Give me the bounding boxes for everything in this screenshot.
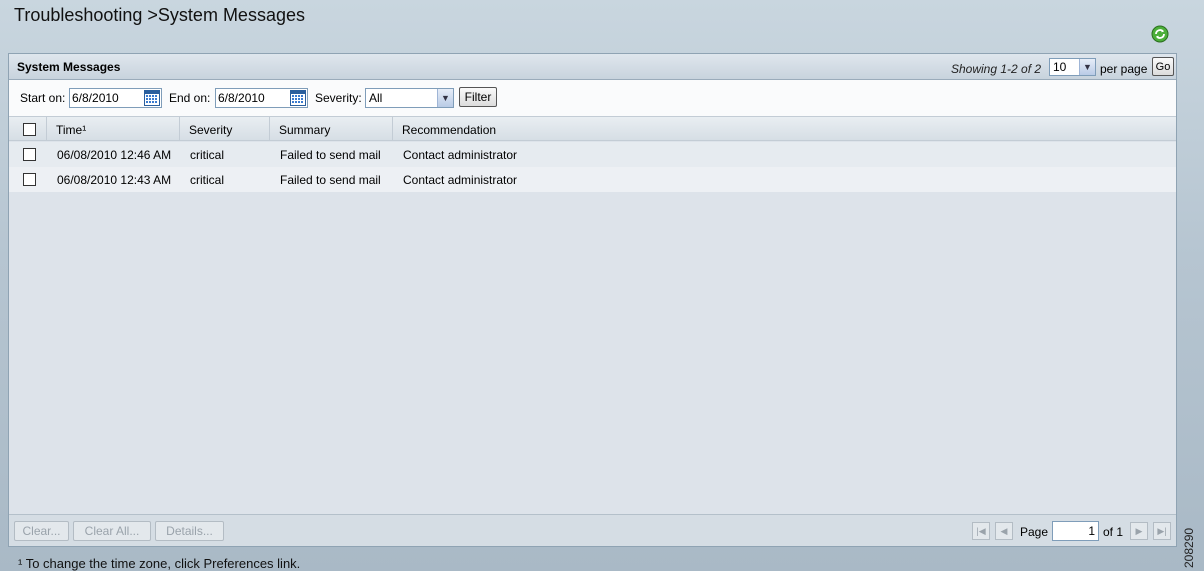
severity-label: Severity: <box>315 91 362 105</box>
panel-title: System Messages <box>17 60 121 74</box>
select-all-checkbox[interactable] <box>23 123 36 136</box>
table-row[interactable]: 06/08/2010 12:46 AM critical Failed to s… <box>9 142 1176 167</box>
clear-all-button[interactable]: Clear All... <box>73 521 151 541</box>
panel-header: System Messages Showing 1-2 of 2 10 ▼ pe… <box>9 54 1176 80</box>
row-checkbox[interactable] <box>23 173 36 186</box>
chevron-down-icon[interactable]: ▼ <box>437 89 453 107</box>
refresh-icon[interactable] <box>1150 24 1170 44</box>
row-recommendation: Contact administrator <box>403 173 518 187</box>
start-on-label: Start on: <box>20 91 66 105</box>
row-summary: Failed to send mail <box>280 148 381 162</box>
filter-button[interactable]: Filter <box>459 87 497 107</box>
page-count: of 1 <box>1103 525 1124 539</box>
row-time: 06/08/2010 12:46 AM <box>57 148 172 162</box>
end-on-label: End on: <box>169 91 211 105</box>
row-time: 06/08/2010 12:43 AM <box>57 173 172 187</box>
next-page-icon[interactable]: ▶ <box>1130 522 1148 540</box>
clear-button[interactable]: Clear... <box>14 521 69 541</box>
severity-value: All <box>369 91 383 105</box>
per-page-value: 10 <box>1053 60 1067 74</box>
page-title: Troubleshooting >System Messages <box>14 5 305 25</box>
details-button[interactable]: Details... <box>155 521 224 541</box>
table-row[interactable]: 06/08/2010 12:43 AM critical Failed to s… <box>9 167 1176 192</box>
table-footer: Clear... Clear All... Details... |◀ ◀ Pa… <box>9 514 1176 546</box>
calendar-icon[interactable] <box>290 90 306 106</box>
row-checkbox[interactable] <box>23 148 36 161</box>
severity-select[interactable]: All ▼ <box>365 88 454 108</box>
row-severity: critical <box>190 148 225 162</box>
column-header-time[interactable]: Time¹ <box>47 117 180 141</box>
row-recommendation: Contact administrator <box>403 148 518 162</box>
page-number-input[interactable]: 1 <box>1052 521 1099 541</box>
calendar-icon[interactable] <box>144 90 160 106</box>
footnote: ¹ To change the time zone, click Prefere… <box>18 556 301 571</box>
showing-count: Showing 1-2 of 2 <box>951 62 1042 76</box>
table-header: Time¹ Severity Summary Recommendation <box>9 117 1176 141</box>
start-date-value: 6/8/2010 <box>72 91 119 105</box>
column-header-recommendation[interactable]: Recommendation <box>393 117 1176 141</box>
first-page-icon[interactable]: |◀ <box>972 522 990 540</box>
page-number-value: 1 <box>1088 524 1095 538</box>
per-page-select[interactable]: 10 ▼ <box>1049 58 1096 76</box>
column-header-severity[interactable]: Severity <box>180 117 270 141</box>
end-date-value: 6/8/2010 <box>218 91 265 105</box>
previous-page-icon[interactable]: ◀ <box>995 522 1013 540</box>
row-severity: critical <box>190 173 225 187</box>
page-label: Page <box>1020 525 1049 539</box>
go-button[interactable]: Go <box>1152 57 1174 76</box>
per-page-label: per page <box>1100 62 1148 76</box>
row-summary: Failed to send mail <box>280 173 381 187</box>
column-header-summary[interactable]: Summary <box>270 117 393 141</box>
system-messages-panel: System Messages Showing 1-2 of 2 10 ▼ pe… <box>8 53 1177 547</box>
figure-number: 208290 <box>1182 527 1196 568</box>
chevron-down-icon[interactable]: ▼ <box>1079 59 1095 75</box>
last-page-icon[interactable]: ▶| <box>1153 522 1171 540</box>
filter-bar: Start on: 6/8/2010 End on: 6/8/2010 Seve… <box>9 80 1176 117</box>
select-all-cell <box>9 117 47 141</box>
